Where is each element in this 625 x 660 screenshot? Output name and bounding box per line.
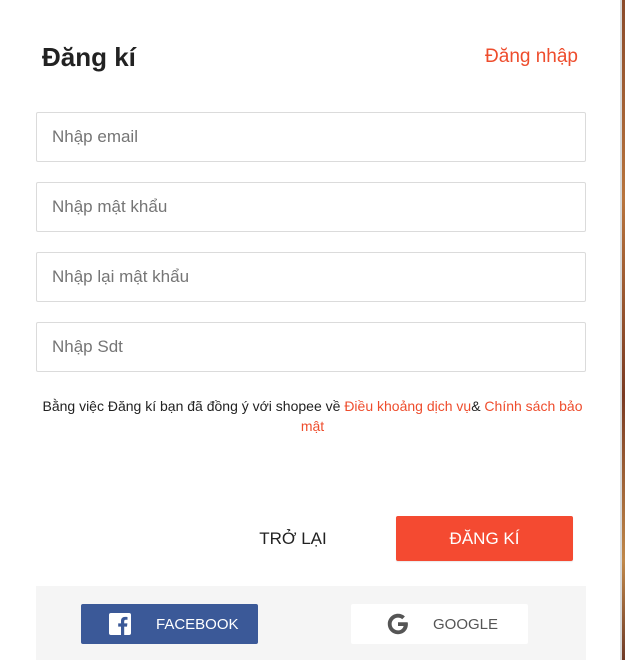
back-button[interactable]: TRỞ LẠI [230, 516, 356, 561]
terms-prefix: Bằng việc Đăng kí bạn đã đồng ý với shop… [42, 398, 345, 414]
password-field[interactable] [36, 182, 586, 232]
login-link[interactable]: Đăng nhập [485, 46, 578, 68]
email-field[interactable] [36, 112, 586, 162]
phone-field[interactable] [36, 322, 586, 372]
modal-header: Đăng kí Đăng nhập [42, 40, 578, 74]
terms-text: Bằng việc Đăng kí bạn đã đồng ý với shop… [40, 396, 585, 436]
terms-separator: & [471, 398, 485, 414]
facebook-label: FACEBOOK [156, 615, 239, 633]
page-title: Đăng kí [42, 41, 136, 72]
facebook-icon [109, 613, 131, 635]
confirm-password-field[interactable] [36, 252, 586, 302]
register-modal: Đăng kí Đăng nhập Bằng việc Đăng kí bạn … [0, 0, 622, 660]
google-label: GOOGLE [433, 615, 499, 633]
terms-of-service-link[interactable]: Điều khoảng dịch vụ [344, 398, 471, 414]
social-login-footer: FACEBOOK GOOGLE [36, 586, 586, 660]
facebook-login-button[interactable]: FACEBOOK [81, 604, 258, 644]
register-button[interactable]: ĐĂNG KÍ [396, 516, 573, 561]
google-icon [387, 613, 409, 635]
google-login-button[interactable]: GOOGLE [351, 604, 528, 644]
